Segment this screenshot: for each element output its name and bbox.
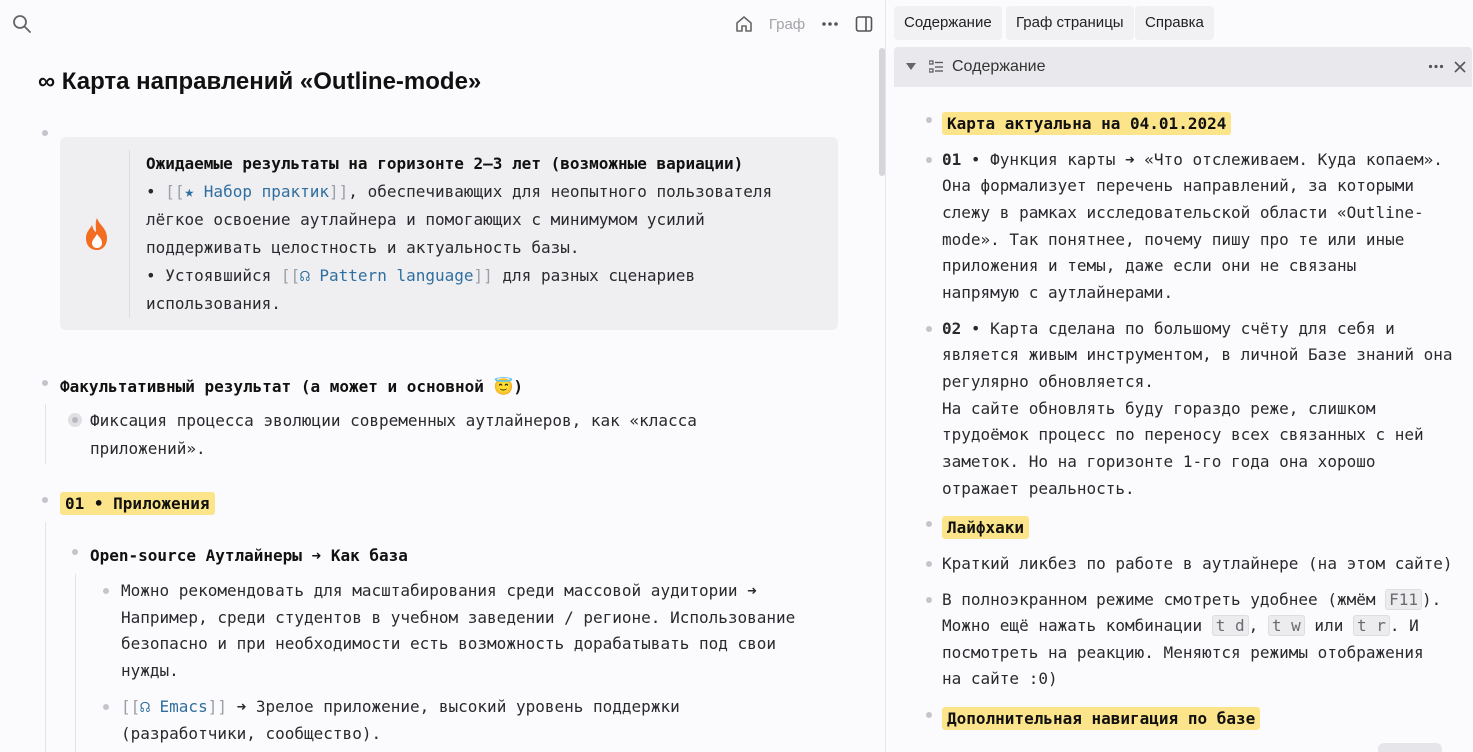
fullscreen-tip: на сайте :0): [942, 669, 1058, 688]
collapsed-bullet[interactable]: [68, 413, 82, 427]
indent-guide: [45, 404, 46, 464]
main-toolbar: Граф: [0, 0, 886, 48]
scroll-to-top-button[interactable]: [1378, 743, 1442, 752]
toc-extra-nav: Дополнительная навигация по базе: [942, 706, 1261, 733]
toc-item-01-text: приложения и темы, даже если они не связ…: [942, 256, 1357, 275]
toc-item-01-text: Она формализует перечень направлений, за…: [942, 176, 1415, 195]
block-bullet[interactable]: [926, 597, 932, 603]
fullscreen-tip: Можно ещё нажать комбинации t d, t w или…: [942, 615, 1419, 636]
toc-item-02-text: трудоёмок процесс по переносу всех связа…: [942, 425, 1424, 444]
home-icon[interactable]: [732, 12, 756, 36]
opensource-heading: Open-source Аутлайнеры ➜ Как база: [90, 546, 408, 565]
list-icon: [929, 60, 943, 73]
block-bullet[interactable]: [926, 326, 932, 332]
recommend-text: Например, среди студентов в учебном заве…: [121, 608, 796, 627]
block-bullet[interactable]: [42, 130, 48, 136]
key-tw: t w: [1267, 615, 1305, 636]
emacs-link[interactable]: ☊ Emacs: [140, 697, 207, 716]
indent-guide: [75, 574, 76, 752]
toc-item-01-text: mode». Так понятнее, почему пишу про те …: [942, 230, 1405, 249]
toc-item-01-text: напрямую с аутлайнерами.: [942, 283, 1174, 302]
fullscreen-tip: В полноэкранном режиме смотреть удобнее …: [942, 589, 1442, 610]
close-icon[interactable]: [1454, 61, 1466, 73]
block-bullet[interactable]: [42, 380, 48, 386]
toc-item-02-text: регулярно обновляется.: [942, 372, 1154, 391]
toc-item-02-text: является живым инструментом, в личной Ба…: [942, 345, 1453, 364]
recommend-text: Можно рекомендовать для масштабирования …: [121, 581, 757, 600]
graph-label: Граф: [768, 15, 806, 33]
tab-help[interactable]: Справка: [1135, 6, 1214, 40]
toc-item-02-text: отражает реальность.: [942, 479, 1135, 498]
fixation-text: Фиксация процесса эволюции современных а…: [90, 411, 697, 430]
contents-panel-header[interactable]: Содержание: [894, 47, 1472, 87]
block-bullet[interactable]: [103, 588, 109, 594]
fire-icon: [86, 218, 107, 250]
toc-item-02-text: На сайте обновлять буду гораздо реже, сл…: [942, 399, 1376, 418]
tab-page-graph[interactable]: Граф страницы: [1006, 6, 1134, 40]
apps-heading: 01 • Приложения: [60, 490, 215, 518]
toc-lifehacks: Лайфхаки: [942, 515, 1030, 542]
more-icon[interactable]: [1428, 64, 1444, 69]
block-bullet[interactable]: [926, 521, 932, 527]
callout-line: поддерживать целостность и актуальность …: [146, 238, 580, 257]
tab-contents[interactable]: Содержание: [894, 6, 1002, 40]
toc-item-02: 02 • Карта сделана по большому счёту для…: [942, 319, 1395, 338]
block-bullet[interactable]: [103, 704, 109, 710]
block-bullet[interactable]: [42, 497, 48, 503]
toggle-sidebar-icon[interactable]: [852, 12, 876, 36]
block-bullet[interactable]: [926, 117, 932, 123]
toc-actual-date: Карта актуальна на 04.01.2024: [942, 111, 1232, 138]
caret-down-icon[interactable]: [906, 63, 916, 71]
fullscreen-tip: посмотреть на реакцию. Меняются режимы о…: [942, 643, 1424, 662]
toc-item-01: 01 • Функция карты ➜ «Что отслеживаем. К…: [942, 150, 1443, 169]
callout-line: • [[★ Набор практик]], обеспечивающих дл…: [146, 182, 773, 201]
guide-link[interactable]: Краткий ликбез по работе в аутлайнере (н…: [942, 551, 1453, 578]
indent-guide: [45, 522, 46, 752]
pattern-language-link[interactable]: ☊ Pattern language: [300, 266, 473, 285]
key-f11: F11: [1385, 589, 1423, 610]
page-title: ∞ Карта направлений «Outline-mode»: [38, 68, 482, 95]
block-bullet[interactable]: [926, 712, 932, 718]
callout-heading: Ожидаемые результаты на горизонте 2–3 ле…: [146, 154, 744, 173]
recommend-text: нужды.: [121, 661, 179, 680]
callout-divider: [129, 150, 130, 318]
contents-panel-title: Содержание: [952, 58, 1046, 75]
callout-line: использования.: [146, 294, 281, 313]
practices-link[interactable]: ★ Набор практик: [185, 182, 330, 201]
toc-item-01-text: слежу в рамках исследовательской области…: [942, 203, 1424, 222]
block-bullet[interactable]: [926, 157, 932, 163]
key-tr: t r: [1352, 615, 1390, 636]
recommend-text: безопасно и при необходимости есть возмо…: [121, 634, 777, 653]
key-td: t d: [1211, 615, 1249, 636]
optional-result-heading: Факультативный результат (а может и осно…: [60, 377, 524, 396]
block-bullet[interactable]: [72, 549, 78, 555]
block-bullet[interactable]: [926, 561, 932, 567]
callout-line: лёгкое освоение аутлайнера и помогающих …: [146, 210, 705, 229]
emacs-line: (разработчики, сообщество).: [121, 724, 382, 743]
right-sidebar: Содержание Граф страницы Справка Содержа…: [886, 0, 1473, 752]
graph-button[interactable]: Граф: [766, 12, 808, 36]
main-pane: Граф ∞ Карта направлений «Outline-mode» …: [0, 0, 886, 752]
fixation-text: приложений».: [90, 439, 206, 458]
toc-item-02-text: заметок. Но на горизонте 1-го года она х…: [942, 452, 1376, 471]
search-icon[interactable]: [10, 12, 34, 36]
emacs-line: [[☊ Emacs]] ➜ Зрелое приложение, высокий…: [121, 697, 680, 716]
callout-line: • Устоявшийся [[☊ Pattern language]] для…: [146, 266, 696, 285]
more-icon[interactable]: [818, 12, 842, 36]
